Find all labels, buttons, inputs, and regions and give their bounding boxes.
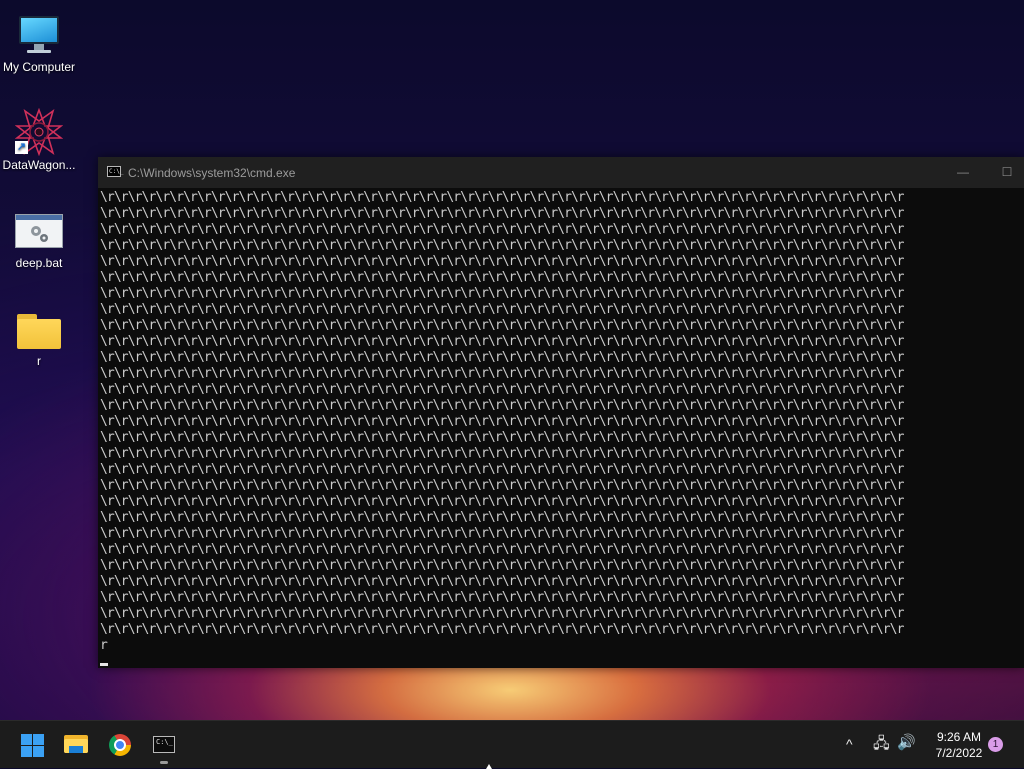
desktop-icon-datawagon[interactable]: ↗ DataWagon...	[0, 102, 78, 172]
cmd-titlebar[interactable]: C:\_ C:\Windows\system32\cmd.exe — ☐	[98, 157, 1024, 188]
file-explorer-button[interactable]	[56, 725, 96, 765]
taskbar: C:\_ ^ 🖧 🔊 9:26 AM 7/2/2022 1	[0, 720, 1024, 768]
desktop-icon-folder-r[interactable]: r	[0, 298, 78, 368]
chrome-button[interactable]	[100, 725, 140, 765]
active-indicator	[160, 761, 168, 764]
text-cursor	[100, 663, 108, 666]
mouse-cursor-icon	[486, 764, 492, 769]
maximize-button[interactable]: ☐	[997, 163, 1017, 181]
minimize-button[interactable]: —	[953, 163, 973, 181]
desktop-icon-label: deep.bat	[15, 256, 63, 270]
chevron-up-icon[interactable]: ^	[846, 736, 853, 752]
cmd-window-icon: C:\_	[107, 166, 124, 177]
desktop-icon-label: My Computer	[2, 60, 76, 74]
volume-icon[interactable]: 🔊	[897, 733, 916, 751]
clock[interactable]: 9:26 AM 7/2/2022	[924, 729, 994, 761]
cmd-taskbar-button[interactable]: C:\_	[144, 725, 184, 765]
batch-file-icon	[15, 206, 63, 254]
clock-date: 7/2/2022	[935, 746, 983, 760]
cmd-icon: C:\_	[153, 736, 175, 753]
monitor-icon	[15, 10, 63, 58]
cmd-window-title: C:\Windows\system32\cmd.exe	[128, 166, 296, 180]
datawagon-star-icon: ↗	[14, 107, 64, 157]
clock-time: 9:26 AM	[936, 730, 982, 744]
desktop-icon-label: DataWagon...	[2, 158, 76, 172]
cmd-output[interactable]: \r\r\r\r\r\r\r\r\r\r\r\r\r\r\r\r\r\r\r\r…	[100, 190, 1024, 668]
folder-icon	[15, 304, 63, 352]
chrome-icon	[109, 734, 131, 756]
desktop-icon-my-computer[interactable]: My Computer	[0, 4, 78, 74]
shortcut-arrow-icon: ↗	[15, 141, 28, 154]
desktop-icon-deep-bat[interactable]: deep.bat	[0, 200, 78, 270]
start-button[interactable]	[12, 725, 52, 765]
desktop-icon-label: r	[37, 354, 41, 368]
network-icon[interactable]: 🖧	[873, 733, 890, 758]
notification-badge[interactable]: 1	[988, 737, 1003, 752]
windows-logo-icon	[21, 734, 44, 757]
cmd-window[interactable]: C:\_ C:\Windows\system32\cmd.exe — ☐ \r\…	[98, 157, 1024, 668]
